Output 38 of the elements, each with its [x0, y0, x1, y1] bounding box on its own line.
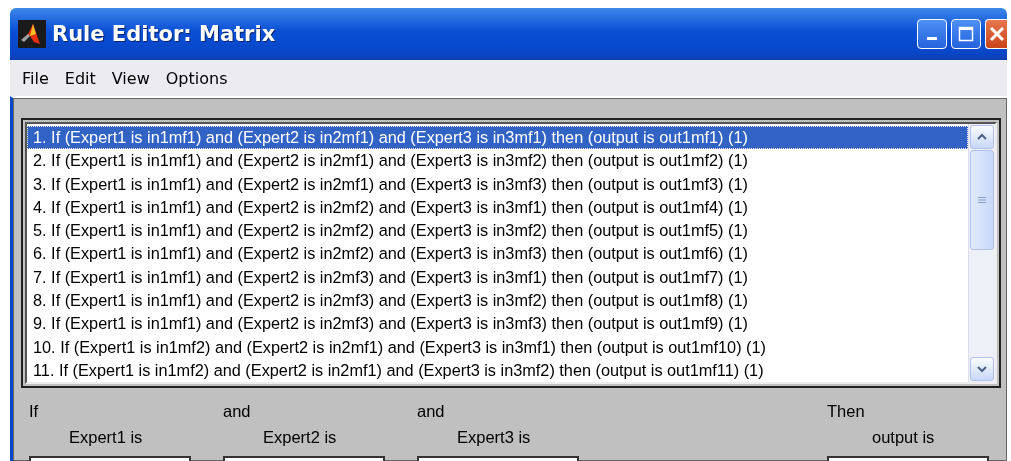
- maximize-icon: [958, 26, 974, 42]
- rule-item[interactable]: 1. If (Expert1 is in1mf1) and (Expert2 is in2mf1) and (Expert3 is in3mf1) then (output is out1mf1) (1): [27, 126, 968, 150]
- close-icon: [988, 26, 1005, 42]
- menu-item[interactable]: Options: [159, 66, 234, 90]
- minimize-icon: [927, 37, 937, 40]
- rule-item[interactable]: 11. If (Expert1 is in1mf2) and (Expert2 is in2mf1) and (Expert3 is in3mf2) then (output is out1mf11) (1): [27, 358, 968, 382]
- scroll-down-button[interactable]: [970, 357, 994, 381]
- close-button[interactable]: [985, 19, 1007, 49]
- connector-label: Then: [827, 401, 866, 422]
- rule-item[interactable]: 2. If (Expert1 is in1mf1) and (Expert2 is in2mf1) and (Expert3 is in3mf2) then (output is out1mf2) (1): [27, 149, 968, 173]
- variable-label: Expert3 is: [456, 427, 532, 448]
- connector-label: If: [29, 401, 40, 422]
- rule-item[interactable]: 6. If (Expert1 is in1mf1) and (Expert2 is in2mf2) and (Expert3 is in3mf3) then (output is out1mf6) (1): [27, 242, 968, 266]
- rule-item[interactable]: 3. If (Expert1 is in1mf1) and (Expert2 is in2mf1) and (Expert3 is in3mf3) then (output is out1mf3) (1): [27, 172, 968, 196]
- chevron-down-icon: [977, 365, 987, 373]
- variable-label: output is: [871, 427, 936, 448]
- variable-label: Expert1 is: [68, 427, 144, 448]
- minimize-button[interactable]: [917, 19, 947, 49]
- rule-item[interactable]: 8. If (Expert1 is in1mf1) and (Expert2 is in2mf3) and (Expert3 is in3mf2) then (output is out1mf8) (1): [27, 289, 968, 313]
- connector-label: and: [417, 401, 446, 422]
- menu-item[interactable]: File: [16, 66, 55, 90]
- scroll-up-button[interactable]: [970, 125, 994, 149]
- rule-item[interactable]: 5. If (Expert1 is in1mf1) and (Expert2 is in2mf2) and (Expert3 is in3mf2) then (output is out1mf5) (1): [27, 219, 968, 243]
- menu-item[interactable]: View: [105, 66, 156, 90]
- rule-item[interactable]: 10. If (Expert1 is in1mf2) and (Expert2 is in2mf1) and (Expert3 is in3mf1) then (output is out1mf10) (1): [27, 335, 968, 359]
- rule-item[interactable]: 4. If (Expert1 is in1mf1) and (Expert2 is in2mf2) and (Expert3 is in3mf1) then (output is out1mf4) (1): [27, 195, 968, 220]
- variable-label: Expert2 is: [262, 427, 338, 448]
- rule-item[interactable]: 9. If (Expert1 is in1mf1) and (Expert2 is in2mf3) and (Expert3 is in3mf3) then (output is out1mf9) (1): [27, 312, 968, 336]
- scrollbar[interactable]: [968, 124, 995, 382]
- menu-item[interactable]: Edit: [58, 66, 102, 90]
- scroll-thumb[interactable]: [970, 150, 994, 250]
- maximize-button[interactable]: [951, 19, 981, 49]
- chevron-up-icon: [977, 133, 987, 141]
- app-logo-icon: [18, 20, 46, 48]
- rule-item[interactable]: 7. If (Expert1 is in1mf1) and (Expert2 is in2mf3) and (Expert3 is in3mf1) then (output is out1mf7) (1): [27, 265, 968, 290]
- connector-label: and: [223, 401, 252, 422]
- grip-icon: [978, 196, 986, 204]
- window-title: Rule Editor: Matrix: [52, 22, 277, 46]
